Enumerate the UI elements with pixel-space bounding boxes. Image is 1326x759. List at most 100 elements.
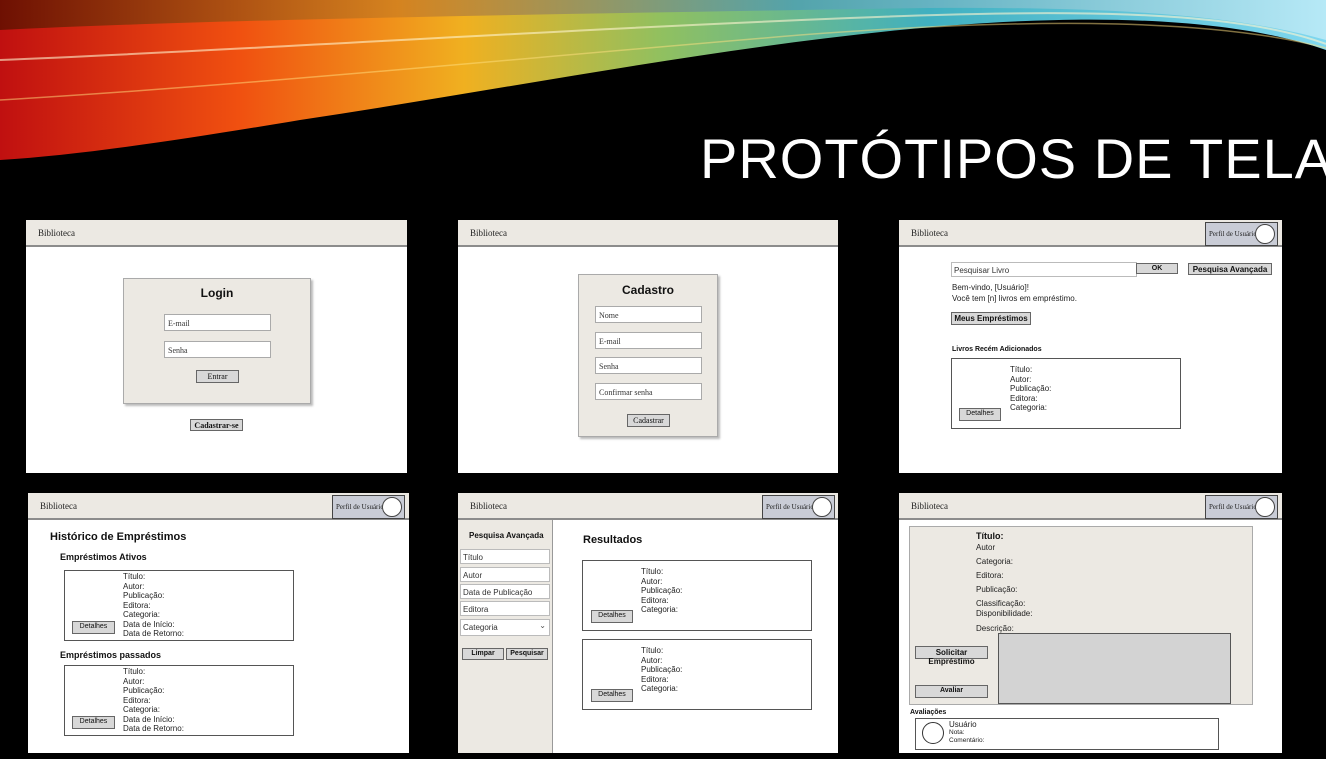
review-rating: Nota: [949, 729, 965, 736]
past-loans-heading: Empréstimos passados [60, 650, 162, 660]
details-button[interactable]: Detalhes [591, 610, 633, 623]
loan-category-field: Categoria: [123, 705, 160, 714]
loan-start-field: Data de Início: [123, 619, 175, 629]
slide-title: PROTÓTIPOS DE TELA [700, 127, 1326, 190]
recent-books-heading: Livros Recém Adicionados [952, 346, 1042, 353]
profile-button[interactable]: Perfil de Usuário [332, 495, 405, 519]
book-author-field: Autor: [641, 576, 663, 586]
email-field[interactable]: E-mail [595, 332, 702, 349]
book-author-field: Autor: [641, 655, 663, 665]
loan-title-field: Título: [123, 667, 146, 676]
loans-count-text: Você tem [n] livros em empréstimo. [952, 294, 1077, 303]
loan-title-field: Título: [123, 572, 146, 581]
filter-sidebar: Pesquisa Avançada Título Autor Data de P… [458, 520, 553, 753]
loan-return-field: Data de Retorno: [123, 724, 184, 733]
avatar [1255, 224, 1275, 244]
advanced-search-heading: Pesquisa Avançada [469, 531, 544, 540]
email-field[interactable]: E-mail [164, 314, 271, 331]
book-category-field: Categoria: [641, 605, 678, 614]
login-button[interactable]: Entrar [196, 370, 239, 383]
profile-button[interactable]: Perfil de Usuário [762, 495, 835, 519]
date-filter-input[interactable]: Data de Publicação [460, 584, 550, 599]
register-button[interactable]: Cadastrar-se [190, 419, 243, 431]
active-loans-heading: Empréstimos Ativos [60, 552, 147, 562]
details-button[interactable]: Detalhes [959, 408, 1001, 421]
loan-publication-field: Publicação: [123, 686, 165, 695]
description-area [998, 633, 1231, 704]
book-publication-field: Publicação: [641, 586, 683, 595]
loan-fields: Título: Autor: Publicação: Editora: Cate… [123, 572, 184, 639]
password-field[interactable]: Senha [164, 341, 271, 358]
confirm-password-field[interactable]: Confirmar senha [595, 383, 702, 400]
app-bar: Biblioteca [458, 220, 838, 247]
search-ok-button[interactable]: OK [1136, 263, 1178, 274]
author-label: Autor [976, 543, 996, 552]
result-card: Título: Autor: Publicação: Editora: Cate… [582, 560, 812, 631]
name-field[interactable]: Nome [595, 306, 702, 323]
profile-label: Perfil de Usuário [1209, 230, 1257, 238]
book-publication-field: Publicação: [641, 665, 683, 674]
login-form: Login E-mail Senha Entrar [123, 278, 311, 404]
description-label: Descrição: [976, 624, 1014, 633]
book-fields: Título: Autor: Publicação: Editora: Cate… [641, 567, 682, 615]
app-bar: Biblioteca Perfil de Usuário [899, 493, 1282, 520]
avatar [1255, 497, 1275, 517]
request-loan-button[interactable]: Solicitar Empréstimo [915, 646, 988, 666]
book-category-field: Categoria: [1010, 403, 1047, 412]
app-title: Biblioteca [911, 501, 948, 511]
details-button[interactable]: Detalhes [72, 716, 115, 729]
category-select-value: Categoria [463, 623, 498, 632]
home-screen: Biblioteca Perfil de Usuário Pesquisar L… [899, 220, 1282, 473]
loan-card: Título: Autor: Publicação: Editora: Cate… [64, 570, 294, 641]
advanced-search-button[interactable]: Pesquisa Avançada [1188, 263, 1272, 275]
loan-category-field: Categoria: [123, 610, 160, 619]
title-filter-input[interactable]: Título [460, 549, 550, 564]
author-filter-input[interactable]: Autor [460, 567, 550, 582]
loan-publication-field: Publicação: [123, 591, 165, 600]
password-field[interactable]: Senha [595, 357, 702, 374]
signup-button[interactable]: Cadastrar [627, 414, 670, 427]
book-category-field: Categoria: [641, 684, 678, 693]
book-publisher-field: Editora: [641, 674, 669, 684]
book-publisher-field: Editora: [1010, 393, 1038, 403]
advanced-search-screen: Biblioteca Perfil de Usuário Pesquisa Av… [458, 493, 838, 753]
app-title: Biblioteca [911, 228, 948, 238]
app-bar: Biblioteca Perfil de Usuário [899, 220, 1282, 247]
publisher-filter-input[interactable]: Editora [460, 601, 550, 616]
search-button[interactable]: Pesquisar [506, 648, 548, 660]
publisher-label: Editora: [976, 571, 1004, 580]
results-heading: Resultados [583, 534, 643, 546]
category-label: Categoria: [976, 557, 1013, 566]
loan-fields: Título: Autor: Publicação: Editora: Cate… [123, 667, 184, 734]
category-select[interactable]: Categoria ⌄ [460, 619, 550, 636]
book-fields: Título: Autor: Publicação: Editora: Cate… [641, 646, 682, 694]
my-loans-button[interactable]: Meus Empréstimos [951, 312, 1031, 325]
avatar [812, 497, 832, 517]
profile-button[interactable]: Perfil de Usuário [1205, 495, 1278, 519]
signup-form: Cadastro Nome E-mail Senha Confirmar sen… [578, 274, 718, 437]
details-button[interactable]: Detalhes [591, 689, 633, 702]
result-card: Título: Autor: Publicação: Editora: Cate… [582, 639, 812, 710]
signup-screen: Biblioteca Cadastro Nome E-mail Senha Co… [458, 220, 838, 473]
book-title-label: Título: [976, 531, 1004, 541]
loan-author-field: Autor: [123, 676, 145, 686]
app-bar: Biblioteca [26, 220, 407, 247]
welcome-text: Bem-vindo, [Usuário]! [952, 283, 1029, 292]
availability-label: Disponibilidade: [976, 609, 1033, 618]
login-screen: Biblioteca Login E-mail Senha Entrar Cad… [26, 220, 407, 473]
book-publication-field: Publicação: [1010, 384, 1052, 393]
profile-button[interactable]: Perfil de Usuário [1205, 222, 1278, 246]
book-title-field: Título: [641, 646, 664, 655]
loan-start-field: Data de Início: [123, 714, 175, 724]
details-button[interactable]: Detalhes [72, 621, 115, 634]
clear-button[interactable]: Limpar [462, 648, 504, 660]
loan-history-screen: Biblioteca Perfil de Usuário Histórico d… [28, 493, 409, 753]
book-author-field: Autor: [1010, 374, 1032, 384]
search-input[interactable]: Pesquisar Livro [951, 262, 1137, 277]
profile-label: Perfil de Usuário [336, 503, 384, 511]
book-card: Título: Autor: Publicação: Editora: Cate… [951, 358, 1181, 429]
app-bar: Biblioteca Perfil de Usuário [458, 493, 838, 520]
signup-heading: Cadastro [621, 283, 674, 297]
rate-button[interactable]: Avaliar [915, 685, 988, 698]
book-info-box: Título: Autor Categoria: Editora: Public… [909, 526, 1253, 705]
